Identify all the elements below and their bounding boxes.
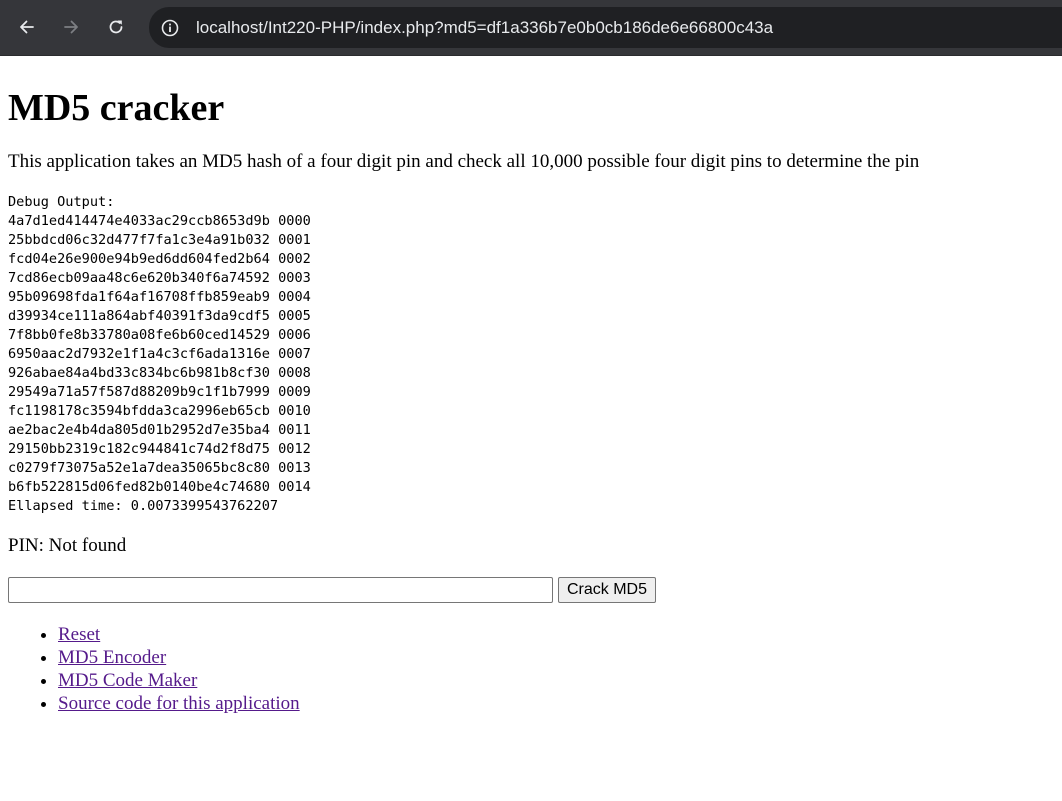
source-code-link[interactable]: Source code for this application [58,693,300,714]
debug-row: d39934ce111a864abf40391f3da9cdf5 0005 [8,308,311,324]
debug-row: ae2bac2e4b4da805d01b2952d7e35ba4 0011 [8,422,311,438]
url-text[interactable]: localhost/Int220-PHP/index.php?md5=df1a3… [196,18,773,38]
crack-form: Crack MD5 [8,577,1054,603]
debug-row: 926abae84a4bd33c834bc6b981b8cf30 0008 [8,365,311,381]
list-item: Reset [58,623,1054,646]
elapsed-time: Ellapsed time: 0.0073399543762207 [8,498,279,514]
forward-button[interactable] [54,10,88,44]
debug-row: c0279f73075a52e1a7dea35065bc8c80 0013 [8,460,311,476]
pin-result: PIN: Not found [8,535,127,556]
page-description: This application takes an MD5 hash of a … [8,151,920,172]
md5-hash-input[interactable] [8,577,553,603]
address-bar[interactable]: localhost/Int220-PHP/index.php?md5=df1a3… [149,7,1062,48]
debug-row: 29549a71a57f587d88209b9c1f1b7999 0009 [8,384,311,400]
debug-row: 29150bb2319c182c944841c74d2f8d75 0012 [8,441,311,457]
forward-arrow-icon [64,20,78,34]
debug-row: 25bbdcd06c32d477f7fa1c3e4a91b032 0001 [8,232,311,248]
browser-toolbar: localhost/Int220-PHP/index.php?md5=df1a3… [0,0,1062,56]
page-content: MD5 cracker This application takes an MD… [0,86,1062,715]
debug-header: Debug Output: [8,194,115,210]
debug-row: 95b09698fda1f64af16708ffb859eab9 0004 [8,289,311,305]
reload-icon [109,20,123,34]
list-item: MD5 Encoder [58,646,1054,669]
debug-row: b6fb522815d06fed82b0140be4c74680 0014 [8,479,311,495]
debug-row: fcd04e26e900e94b9ed6dd604fed2b64 0002 [8,251,311,267]
debug-row: fc1198178c3594bfdda3ca2996eb65cb 0010 [8,403,311,419]
md5-encoder-link[interactable]: MD5 Encoder [58,647,166,668]
reset-link[interactable]: Reset [58,624,100,645]
links-list: Reset MD5 Encoder MD5 Code Maker Source … [8,623,1054,715]
debug-row: 6950aac2d7932e1f1a4c3cf6ada1316e 0007 [8,346,311,362]
debug-output: Debug Output: 4a7d1ed414474e4033ac29ccb8… [8,193,1054,516]
reload-button[interactable] [99,10,133,44]
debug-row: 4a7d1ed414474e4033ac29ccb8653d9b 0000 [8,213,311,229]
page-title: MD5 cracker [8,87,225,129]
debug-row: 7cd86ecb09aa48c6e620b340f6a74592 0003 [8,270,311,286]
list-item: Source code for this application [58,692,1054,715]
crack-md5-button[interactable]: Crack MD5 [558,577,657,603]
info-icon [161,19,179,36]
list-item: MD5 Code Maker [58,669,1054,692]
md5-code-maker-link[interactable]: MD5 Code Maker [58,670,197,691]
back-arrow-icon [20,20,34,34]
site-info-button[interactable] [157,15,183,41]
back-button[interactable] [10,10,44,44]
debug-row: 7f8bb0fe8b33780a08fe6b60ced14529 0006 [8,327,311,343]
